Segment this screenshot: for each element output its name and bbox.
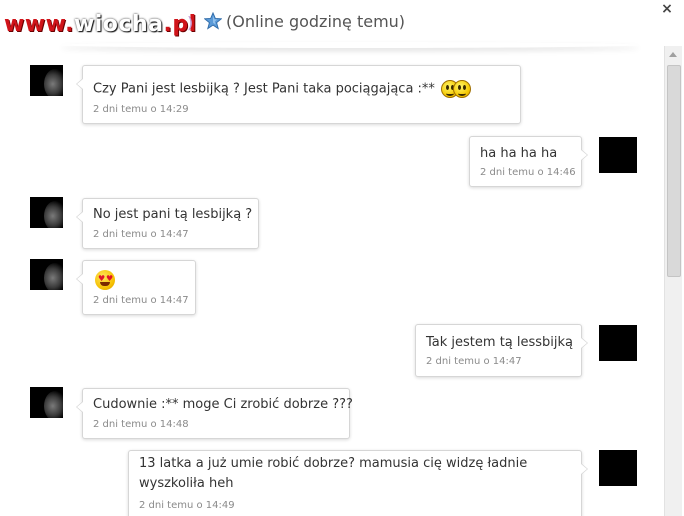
- avatar[interactable]: [599, 137, 637, 173]
- online-status: (Online godzinę temu): [226, 12, 406, 31]
- star-icon: [204, 12, 222, 30]
- message-bubble: 13 latka a już umie robić dobrze? mamusi…: [128, 450, 588, 516]
- blushing-faces-icon: [441, 79, 472, 99]
- message-timestamp: 2 dni temu o 14:47: [93, 229, 189, 240]
- scroll-up-arrow-icon[interactable]: [665, 46, 682, 63]
- message-bubble: No jest pani tą lesbijką ? 2 dni temu o …: [76, 198, 259, 249]
- message-text: Tak jestem tą lessbijką: [426, 335, 574, 350]
- message-bubble: Czy Pani jest lesbijką ? Jest Pani taka …: [76, 65, 521, 124]
- watermark-logo: www.wiocha.pl: [4, 12, 197, 37]
- truncated-name: ): [187, 13, 194, 32]
- chat-window: www.wiocha.pl ) (Online godzinę temu) × …: [0, 0, 684, 516]
- scrollbar[interactable]: [664, 46, 682, 516]
- message-timestamp: 2 dni temu o 14:48: [93, 419, 189, 430]
- message-bubble: ha ha ha ha 2 dni temu o 14:46: [469, 136, 588, 187]
- message-text: 13 latka a już umie robić dobrze? mamusi…: [139, 456, 528, 491]
- message-timestamp: 2 dni temu o 14:47: [93, 295, 189, 306]
- chat-header: www.wiocha.pl ) (Online godzinę temu) ×: [0, 0, 684, 44]
- avatar[interactable]: [30, 387, 63, 418]
- avatar[interactable]: [599, 450, 637, 486]
- message-text: No jest pani tą lesbijką ?: [93, 207, 253, 222]
- message-bubble: ♥ ♥ 2 dni temu o 14:47: [76, 260, 196, 315]
- avatar[interactable]: [30, 259, 63, 290]
- heart-eyes-icon: ♥ ♥: [95, 270, 115, 294]
- message-timestamp: 2 dni temu o 14:29: [93, 104, 189, 115]
- message-text: Czy Pani jest lesbijką ? Jest Pani taka …: [93, 79, 472, 100]
- avatar[interactable]: [30, 65, 63, 96]
- message-text: ha ha ha ha: [480, 146, 558, 161]
- message-bubble: Tak jestem tą lessbijką 2 dni temu o 14:…: [415, 324, 588, 377]
- message-timestamp: 2 dni temu o 14:49: [139, 500, 235, 511]
- message-text: Cudownie :** moge Ci zrobić dobrze ???: [93, 397, 353, 412]
- avatar[interactable]: [599, 325, 637, 361]
- header-divider: [60, 42, 640, 48]
- avatar[interactable]: [30, 197, 63, 228]
- message-bubble: Cudownie :** moge Ci zrobić dobrze ??? 2…: [76, 388, 353, 439]
- scroll-thumb[interactable]: [667, 65, 681, 277]
- message-timestamp: 2 dni temu o 14:46: [480, 167, 576, 178]
- message-timestamp: 2 dni temu o 14:47: [426, 356, 522, 367]
- close-button[interactable]: ×: [660, 2, 674, 16]
